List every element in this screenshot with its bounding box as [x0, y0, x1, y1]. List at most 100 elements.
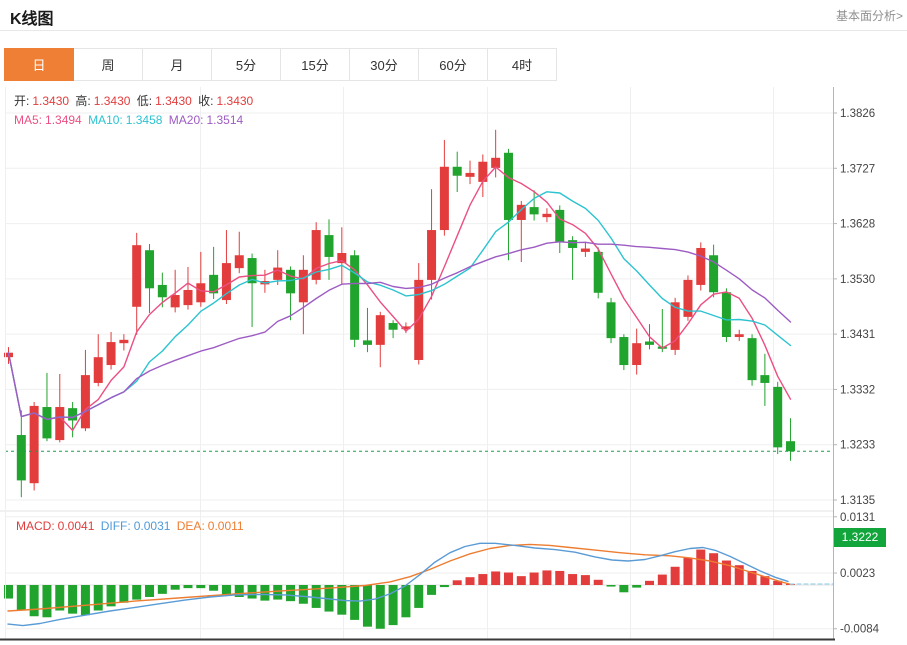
axis-label: 0.0023 — [840, 568, 875, 580]
candle-body — [42, 407, 51, 438]
macd-bar — [376, 585, 385, 629]
candle-body — [696, 248, 705, 285]
candle-body — [568, 240, 577, 248]
macd-bar — [42, 585, 51, 617]
candle-body — [748, 338, 757, 380]
candle-body — [594, 252, 603, 293]
ohlc-legend: 开:1.3430 高:1.3430 低:1.3430 收:1.3430 — [14, 92, 256, 109]
period-tabs: 日 周 月 5分 15分 30分 60分 4时 — [5, 48, 557, 81]
macd-bar — [222, 585, 231, 595]
candle-body — [427, 230, 436, 280]
candle-body — [158, 285, 167, 297]
macd-bar — [286, 585, 295, 601]
macd-bar — [530, 573, 539, 585]
chart-canvas[interactable]: 1.38261.37271.36281.35301.34311.33321.32… — [0, 84, 907, 645]
axis-label: 1.3135 — [840, 495, 875, 507]
candle-body — [183, 290, 192, 305]
macd-bar — [401, 585, 410, 617]
page-title: K线图 — [10, 5, 54, 29]
candle-body — [94, 357, 103, 383]
candle-body — [119, 340, 128, 343]
candle-body — [68, 408, 77, 420]
macd-bar — [645, 581, 654, 585]
candle-body — [645, 342, 654, 345]
ma10-label: MA10: — [88, 113, 123, 127]
diff-value: 0.0031 — [134, 519, 171, 533]
macd-bar — [248, 585, 257, 599]
macd-bar — [171, 585, 180, 590]
tab-30min[interactable]: 30分 — [349, 48, 419, 81]
candle-body — [30, 406, 39, 483]
macd-bar — [350, 585, 359, 620]
tab-5min[interactable]: 5分 — [211, 48, 281, 81]
axis-label: 1.3332 — [840, 384, 875, 396]
macd-bar — [183, 585, 192, 588]
ma20-value: 1.3514 — [206, 113, 243, 127]
candle-body — [722, 292, 731, 337]
macd-bar — [491, 571, 500, 585]
diff-label: DIFF: — [101, 519, 131, 533]
axis-label: 1.3530 — [840, 274, 875, 286]
macd-bar — [671, 567, 680, 585]
candle-body — [632, 343, 641, 365]
axis-label: 1.3431 — [840, 329, 875, 341]
candle-body — [286, 270, 295, 294]
macd-bar — [466, 577, 475, 585]
macd-bar — [683, 558, 692, 585]
macd-legend: MACD:0.0041 DIFF:0.0031 DEA:0.0011 — [16, 519, 247, 533]
macd-bar — [453, 580, 462, 585]
macd-bar — [209, 585, 218, 591]
axis-label: 1.3727 — [840, 163, 875, 175]
candle-body — [581, 249, 590, 252]
fundamental-analysis-link[interactable]: 基本面分析> — [836, 7, 903, 24]
kline-chart: 1.38261.37271.36281.35301.34311.33321.32… — [0, 84, 907, 645]
tab-month[interactable]: 月 — [142, 48, 212, 81]
tab-15min[interactable]: 15分 — [280, 48, 350, 81]
candle-body — [171, 295, 180, 307]
macd-bar — [299, 585, 308, 604]
ma10-line — [9, 192, 791, 420]
macd-bar — [696, 550, 705, 585]
ma-legend: MA5:1.3494 MA10:1.3458 MA20:1.3514 — [14, 113, 246, 127]
candle-body — [81, 375, 90, 428]
close-label: 收: — [198, 94, 213, 108]
macd-bar — [607, 585, 616, 587]
ma5-label: MA5: — [14, 113, 42, 127]
dea-label: DEA: — [177, 519, 205, 533]
macd-bar — [363, 585, 372, 627]
candle-body — [466, 173, 475, 177]
low-label: 低: — [137, 94, 152, 108]
macd-label: MACD: — [16, 519, 55, 533]
tab-4hour[interactable]: 4时 — [487, 48, 557, 81]
candle-body — [504, 153, 513, 220]
candle-body — [440, 167, 449, 230]
macd-bar — [568, 574, 577, 585]
macd-bar — [414, 585, 423, 608]
candle-body — [107, 342, 116, 365]
macd-bar — [68, 585, 77, 614]
macd-bar — [555, 571, 564, 585]
tab-week[interactable]: 周 — [73, 48, 143, 81]
tab-60min[interactable]: 60分 — [418, 48, 488, 81]
macd-bar — [478, 574, 487, 585]
candle-body — [607, 302, 616, 338]
macd-bar — [132, 585, 141, 600]
macd-bar — [94, 585, 103, 611]
axis-label: -0.0084 — [840, 624, 880, 636]
candle-body — [389, 323, 398, 330]
macd-bar — [30, 585, 39, 616]
macd-bar — [81, 585, 90, 615]
candle-body — [773, 387, 782, 447]
candle-body — [299, 270, 308, 302]
candle-body — [619, 337, 628, 365]
header-divider — [0, 30, 907, 31]
candle-body — [132, 245, 141, 307]
open-value: 1.3430 — [32, 94, 69, 108]
ma10-value: 1.3458 — [126, 113, 163, 127]
candle-body — [235, 255, 244, 268]
kline-page: K线图 基本面分析> 日 周 月 5分 15分 30分 60分 4时 1.382… — [0, 0, 907, 645]
tab-day[interactable]: 日 — [4, 48, 74, 81]
macd-bar — [145, 585, 154, 597]
macd-bar — [709, 553, 718, 585]
candle-body — [530, 207, 539, 214]
